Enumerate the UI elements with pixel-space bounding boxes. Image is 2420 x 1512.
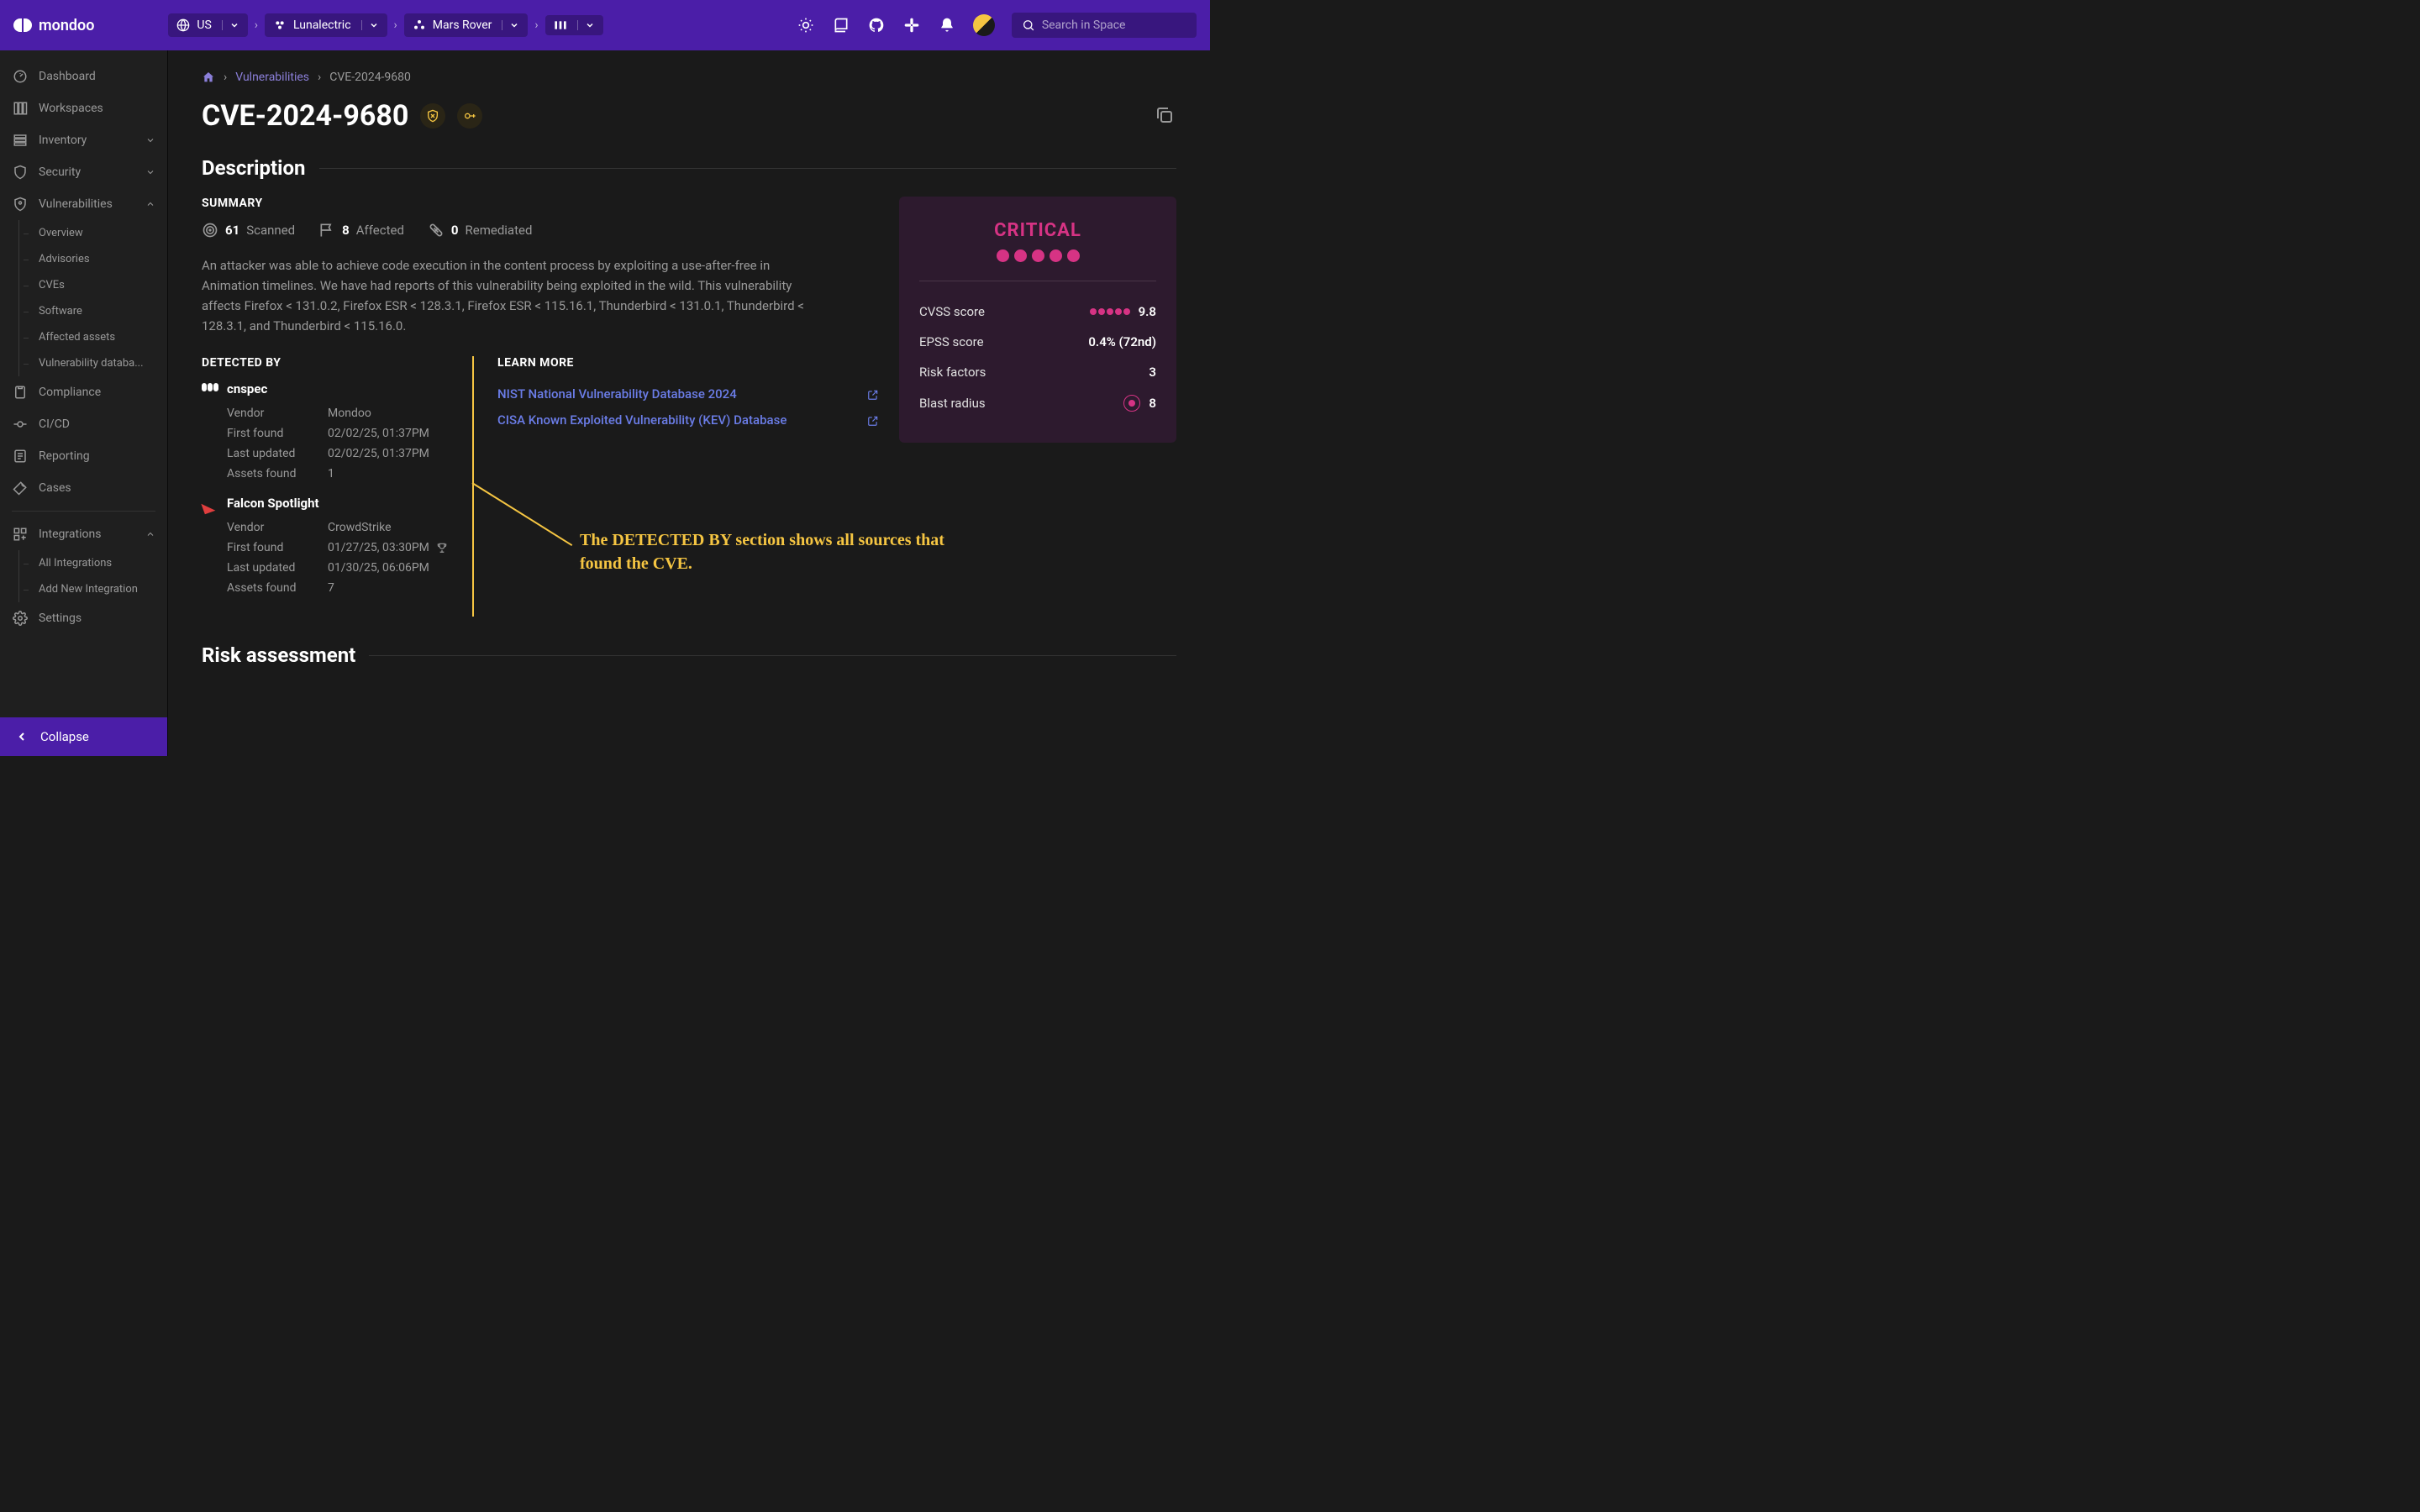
- chevron-down-icon: [361, 20, 379, 30]
- collapse-button[interactable]: Collapse: [0, 717, 167, 756]
- learn-link-nist[interactable]: NIST National Vulnerability Database 202…: [497, 381, 879, 407]
- target-icon: [202, 222, 218, 239]
- risk-card: CRITICAL CVSS score9.8 EPSS score0.4% (7…: [899, 197, 1176, 443]
- description-heading: Description: [202, 156, 306, 180]
- summary-text: An attacker was able to achieve code exe…: [202, 255, 823, 336]
- page-title: CVE-2024-9680: [202, 99, 408, 133]
- sidebar-sub-all-integrations[interactable]: All Integrations: [24, 550, 167, 576]
- chevron-down-icon: [145, 135, 155, 145]
- user-avatar[interactable]: [973, 14, 995, 36]
- sidebar-item-cases[interactable]: Cases: [0, 472, 167, 504]
- chevron-down-icon: [145, 167, 155, 177]
- search-box[interactable]: [1012, 13, 1197, 38]
- severity-dots: [919, 249, 1156, 262]
- risk-epss: EPSS score0.4% (72nd): [919, 327, 1156, 357]
- breadcrumb-current: CVE-2024-9680: [329, 71, 411, 84]
- sidebar: Dashboard Workspaces Inventory Security …: [0, 50, 168, 756]
- learn-more-label: LEARN MORE: [497, 356, 879, 370]
- sidebar-item-vulnerabilities[interactable]: Vulnerabilities: [0, 188, 167, 220]
- brand-name: mondoo: [39, 17, 94, 34]
- sidebar-item-reporting[interactable]: Reporting: [0, 440, 167, 472]
- annotation-text: The DETECTED BY section shows all source…: [580, 528, 975, 575]
- sidebar-item-security[interactable]: Security: [0, 156, 167, 188]
- sidebar-sub-advisories[interactable]: Advisories: [24, 246, 167, 272]
- docs-icon[interactable]: [832, 16, 850, 34]
- sidebar-item-inventory[interactable]: Inventory: [0, 124, 167, 156]
- detected-by-label: DETECTED BY: [202, 356, 471, 370]
- key-badge-icon: [457, 103, 482, 129]
- chevron-up-icon: [145, 199, 155, 209]
- trophy-icon: [436, 542, 448, 554]
- slack-icon[interactable]: [902, 16, 921, 34]
- main-content: › Vulnerabilities › CVE-2024-9680 CVE-20…: [168, 50, 1210, 756]
- cnspec-logo-icon: [202, 383, 218, 395]
- sidebar-sub-overview[interactable]: Overview: [24, 220, 167, 246]
- github-icon[interactable]: [867, 16, 886, 34]
- breadcrumb: › Vulnerabilities › CVE-2024-9680: [202, 71, 1176, 84]
- copy-icon[interactable]: [1155, 105, 1176, 127]
- learn-link-cisa[interactable]: CISA Known Exploited Vulnerability (KEV)…: [497, 407, 879, 433]
- sidebar-item-cicd[interactable]: CI/CD: [0, 408, 167, 440]
- chevron-down-icon: [502, 20, 519, 30]
- external-link-icon: [867, 389, 879, 401]
- external-link-icon: [867, 415, 879, 427]
- stat-remediated: 0Remediated: [428, 222, 533, 239]
- risk-cvss: CVSS score9.8: [919, 297, 1156, 327]
- falcon-logo-icon: ◣: [200, 495, 220, 512]
- sidebar-item-compliance[interactable]: Compliance: [0, 376, 167, 408]
- sidebar-item-dashboard[interactable]: Dashboard: [0, 60, 167, 92]
- stat-affected: 8Affected: [318, 222, 404, 239]
- bandage-icon: [428, 222, 445, 239]
- risk-assessment-heading: Risk assessment: [202, 643, 355, 667]
- sidebar-sub-cves[interactable]: CVEs: [24, 272, 167, 298]
- risk-level: CRITICAL: [919, 220, 1156, 241]
- bell-icon[interactable]: [938, 16, 956, 34]
- chevron-up-icon: [145, 529, 155, 539]
- stat-scanned: 61Scanned: [202, 222, 295, 239]
- risk-blast: Blast radius8: [919, 387, 1156, 419]
- workspace-selector[interactable]: [545, 15, 603, 35]
- shield-badge-icon: [420, 103, 445, 129]
- breadcrumb-link[interactable]: Vulnerabilities: [235, 71, 309, 84]
- sidebar-item-settings[interactable]: Settings: [0, 602, 167, 634]
- search-icon: [1022, 18, 1035, 33]
- chevron-left-icon: [15, 730, 29, 743]
- search-input[interactable]: [1042, 18, 1186, 32]
- home-icon[interactable]: [202, 71, 215, 84]
- chevron-down-icon: [577, 20, 595, 30]
- sidebar-item-workspaces[interactable]: Workspaces: [0, 92, 167, 124]
- topbar: mondoo US › Lunalectric › Mars Rover ›: [0, 0, 1210, 50]
- detector-falcon: ◣Falcon Spotlight VendorCrowdStrike Firs…: [202, 496, 471, 598]
- sidebar-item-integrations[interactable]: Integrations: [0, 518, 167, 550]
- summary-label: SUMMARY: [202, 197, 879, 210]
- sidebar-sub-affected-assets[interactable]: Affected assets: [24, 324, 167, 350]
- sidebar-sub-vuln-db[interactable]: Vulnerability databa...: [24, 350, 167, 376]
- chevron-down-icon: [222, 20, 239, 30]
- detector-cnspec: cnspec VendorMondoo First found02/02/25,…: [202, 381, 471, 484]
- sidebar-sub-software[interactable]: Software: [24, 298, 167, 324]
- flag-icon: [318, 222, 335, 239]
- brand-logo[interactable]: mondoo: [13, 17, 94, 34]
- org-selector[interactable]: Lunalectric: [265, 13, 387, 37]
- theme-icon[interactable]: [797, 16, 815, 34]
- blast-radius-icon: [1123, 395, 1140, 412]
- sidebar-sub-add-integration[interactable]: Add New Integration: [24, 576, 167, 602]
- region-selector[interactable]: US: [168, 13, 247, 37]
- space-selector[interactable]: Mars Rover: [404, 13, 529, 37]
- annotation-line: [472, 356, 474, 617]
- risk-factors: Risk factors3: [919, 357, 1156, 387]
